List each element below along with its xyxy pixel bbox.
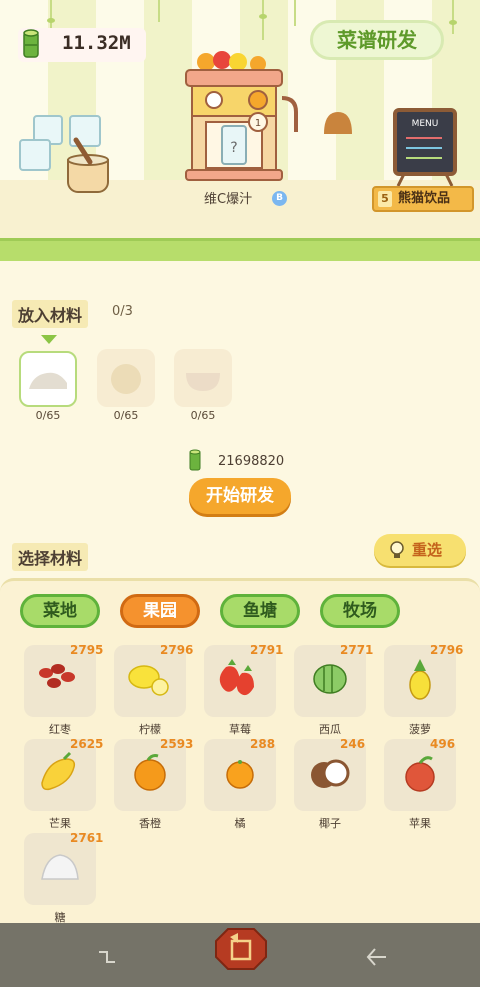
place-ingredients-title: 放入材料 xyxy=(12,300,89,328)
tab-orchard[interactable]: 果园 xyxy=(120,594,200,628)
svg-text:?: ? xyxy=(230,140,237,156)
ingredient-slot-1[interactable] xyxy=(19,351,77,407)
bamboo-coin-icon xyxy=(189,449,201,471)
tab-vegetable-field[interactable]: 菜地 xyxy=(20,594,100,628)
glassware-icon xyxy=(19,115,109,193)
mouse-hole-icon xyxy=(324,112,352,134)
start-research-button[interactable]: 开始研发 xyxy=(189,478,291,514)
cheese-icon xyxy=(29,372,67,389)
research-cost: 21698820 xyxy=(218,454,285,469)
slot-1-progress: 0/65 xyxy=(35,409,61,422)
orange-icon xyxy=(111,364,141,394)
bowl-icon xyxy=(186,373,220,391)
ingredient-name: 草莓 xyxy=(229,723,251,736)
ingredient-count: 288 xyxy=(250,737,276,751)
machine-grade-badge: B xyxy=(272,191,287,206)
select-ingredients-title: 选择材料 xyxy=(12,543,89,571)
svg-text:MENU: MENU xyxy=(412,119,439,129)
place-ingredients-count: 0/3 xyxy=(112,304,133,319)
tab-fish-pond[interactable]: 鱼塘 xyxy=(220,594,300,628)
ingredient-count: 2795 xyxy=(70,643,104,657)
slot-3-progress: 0/65 xyxy=(190,409,216,422)
svg-text:1: 1 xyxy=(255,118,261,129)
ingredient-name: 橘 xyxy=(234,817,246,830)
ingredient-name: 菠萝 xyxy=(409,723,431,736)
panda-drink-number: 5 xyxy=(378,191,392,207)
bamboo-coin-icon xyxy=(23,29,39,58)
slot-2-progress: 0/65 xyxy=(113,409,139,422)
ingredient-name: 西瓜 xyxy=(319,723,341,736)
recent-apps-icon[interactable] xyxy=(96,946,120,968)
coin-amount: 11.32M xyxy=(62,32,131,54)
ingredient-count: 2791 xyxy=(250,643,284,657)
menu-board-icon: MENU xyxy=(393,108,457,186)
ingredient-count: 2625 xyxy=(70,737,104,751)
ingredient-name: 苹果 xyxy=(409,817,431,830)
ingredient-count: 2761 xyxy=(70,831,104,845)
juice-machine-icon: ? 1 xyxy=(185,51,298,181)
recipe-research-button[interactable]: 菜谱研发 xyxy=(310,20,444,60)
ingredient-count: 496 xyxy=(430,737,456,751)
ingredient-name: 椰子 xyxy=(319,817,341,830)
ingredient-count: 246 xyxy=(340,737,366,751)
lightbulb-icon xyxy=(390,541,404,558)
ingredient-slot-2[interactable] xyxy=(97,349,155,407)
ingredient-slot-3[interactable] xyxy=(174,349,232,407)
ingredient-count: 2593 xyxy=(160,737,194,751)
ingredient-count: 2771 xyxy=(340,643,374,657)
ingredient-name: 芒果 xyxy=(49,817,71,830)
ingredient-name: 柠檬 xyxy=(139,723,161,736)
reselect-button[interactable]: 重选 xyxy=(374,534,466,566)
tab-ranch[interactable]: 牧场 xyxy=(320,594,400,628)
panda-drink-label: 熊猫饮品 xyxy=(398,191,451,206)
home-button-icon[interactable] xyxy=(214,927,268,971)
ingredient-count: 2796 xyxy=(160,643,194,657)
ingredient-count: 2796 xyxy=(430,643,464,657)
counter-edge xyxy=(0,238,480,261)
machine-name: 维C爆汁 xyxy=(204,192,253,207)
reselect-label: 重选 xyxy=(412,541,443,559)
back-arrow-icon[interactable] xyxy=(364,946,390,968)
selected-slot-arrow-icon xyxy=(41,335,57,344)
panda-drink-button[interactable]: 5 熊猫饮品 xyxy=(372,186,474,212)
ingredient-name: 红枣 xyxy=(49,723,71,736)
ingredient-name: 香橙 xyxy=(139,817,161,830)
